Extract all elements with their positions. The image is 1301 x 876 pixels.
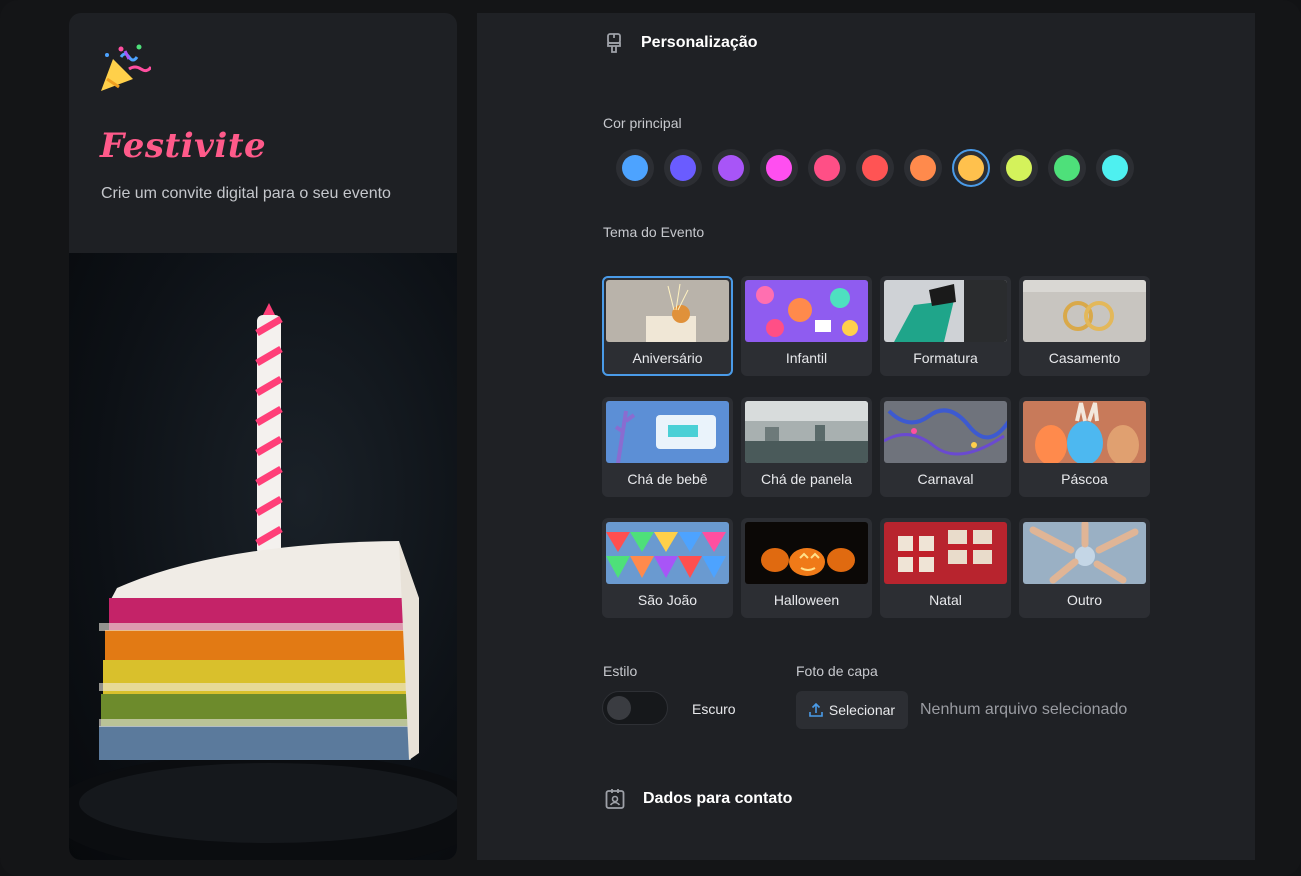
theme-card[interactable]: Outro (1019, 518, 1150, 618)
theme-card[interactable]: Infantil (741, 276, 872, 376)
section-contato[interactable]: Dados para contato (605, 788, 792, 810)
color-dot (1102, 155, 1128, 181)
theme-card[interactable]: Páscoa (1019, 397, 1150, 497)
color-dot (622, 155, 648, 181)
theme-label: Formatura (913, 350, 978, 366)
color-swatch[interactable] (616, 149, 654, 187)
theme-thumbnail (606, 401, 729, 463)
color-swatch[interactable] (1096, 149, 1134, 187)
settings-panel: Personalização Cor principal Tema do Eve… (477, 13, 1255, 860)
theme-label: Chá de bebê (627, 471, 708, 487)
theme-label: Natal (929, 592, 962, 608)
theme-card[interactable]: Natal (880, 518, 1011, 618)
brand-name: Festivite (100, 126, 267, 166)
style-label: Estilo (603, 663, 638, 679)
color-swatch[interactable] (1000, 149, 1038, 187)
section-personalizacao: Personalização (605, 32, 758, 54)
color-swatch[interactable] (952, 149, 990, 187)
color-label: Cor principal (603, 115, 682, 131)
theme-thumbnail (606, 280, 729, 342)
style-value: Escuro (692, 701, 736, 717)
color-dot (910, 155, 936, 181)
theme-thumbnail (745, 522, 868, 584)
color-dot (958, 155, 984, 181)
cake-photo (69, 253, 457, 860)
color-swatch[interactable] (904, 149, 942, 187)
brush-icon (607, 33, 621, 53)
theme-label: Chá de panela (760, 471, 853, 487)
color-dot (814, 155, 840, 181)
theme-card[interactable]: Halloween (741, 518, 872, 618)
theme-thumbnail (884, 401, 1007, 463)
theme-thumbnail (884, 280, 1007, 342)
theme-label: São João (637, 592, 698, 608)
color-dot (1006, 155, 1032, 181)
theme-card[interactable]: Chá de bebê (602, 397, 733, 497)
theme-label: Outro (1066, 592, 1102, 608)
theme-label: Carnaval (917, 471, 974, 487)
theme-card[interactable]: Carnaval (880, 397, 1011, 497)
color-dot (766, 155, 792, 181)
color-picker (616, 149, 1134, 187)
theme-label: Casamento (1048, 350, 1121, 366)
theme-thumbnail (745, 401, 868, 463)
theme-label: Aniversário (632, 350, 703, 366)
color-swatch[interactable] (664, 149, 702, 187)
theme-card[interactable]: São João (602, 518, 733, 618)
color-dot (670, 155, 696, 181)
theme-card[interactable]: Aniversário (602, 276, 733, 376)
brand-tagline: Crie um convite digital para o seu event… (101, 185, 391, 202)
color-dot (862, 155, 888, 181)
theme-card[interactable]: Formatura (880, 276, 1011, 376)
theme-label: Halloween (773, 592, 840, 608)
section-title: Personalização (641, 34, 758, 51)
select-file-button[interactable]: Selecionar (796, 691, 908, 729)
theme-thumbnail (606, 522, 729, 584)
toggle-knob (607, 696, 631, 720)
theme-thumbnail (745, 280, 868, 342)
color-dot (718, 155, 744, 181)
theme-card[interactable]: Casamento (1019, 276, 1150, 376)
cover-label: Foto de capa (796, 663, 878, 679)
brand-panel: Festivite Crie um convite digital para o… (69, 13, 457, 860)
color-dot (1054, 155, 1080, 181)
theme-label: Infantil (785, 350, 828, 366)
style-toggle[interactable] (602, 691, 668, 725)
theme-label: Páscoa (1061, 471, 1108, 487)
color-swatch[interactable] (712, 149, 750, 187)
party-popper-icon (99, 43, 153, 95)
color-swatch[interactable] (808, 149, 846, 187)
theme-thumbnail (1023, 280, 1146, 342)
file-status: Nenhum arquivo selecionado (920, 701, 1128, 718)
theme-thumbnail (1023, 522, 1146, 584)
section-title: Dados para contato (643, 790, 793, 807)
color-swatch[interactable] (760, 149, 798, 187)
theme-thumbnail (1023, 401, 1146, 463)
theme-label: Tema do Evento (603, 224, 705, 240)
upload-icon (809, 703, 823, 717)
theme-thumbnail (884, 522, 1007, 584)
contact-card-icon (605, 789, 625, 809)
color-swatch[interactable] (856, 149, 894, 187)
theme-card[interactable]: Chá de panela (741, 397, 872, 497)
theme-grid: Aniversário Infantil Formatura Casamento Chá… (602, 276, 1150, 618)
select-file-label: Selecionar (828, 702, 896, 718)
color-swatch[interactable] (1048, 149, 1086, 187)
app-frame: Festivite Crie um convite digital para o… (0, 0, 1301, 876)
